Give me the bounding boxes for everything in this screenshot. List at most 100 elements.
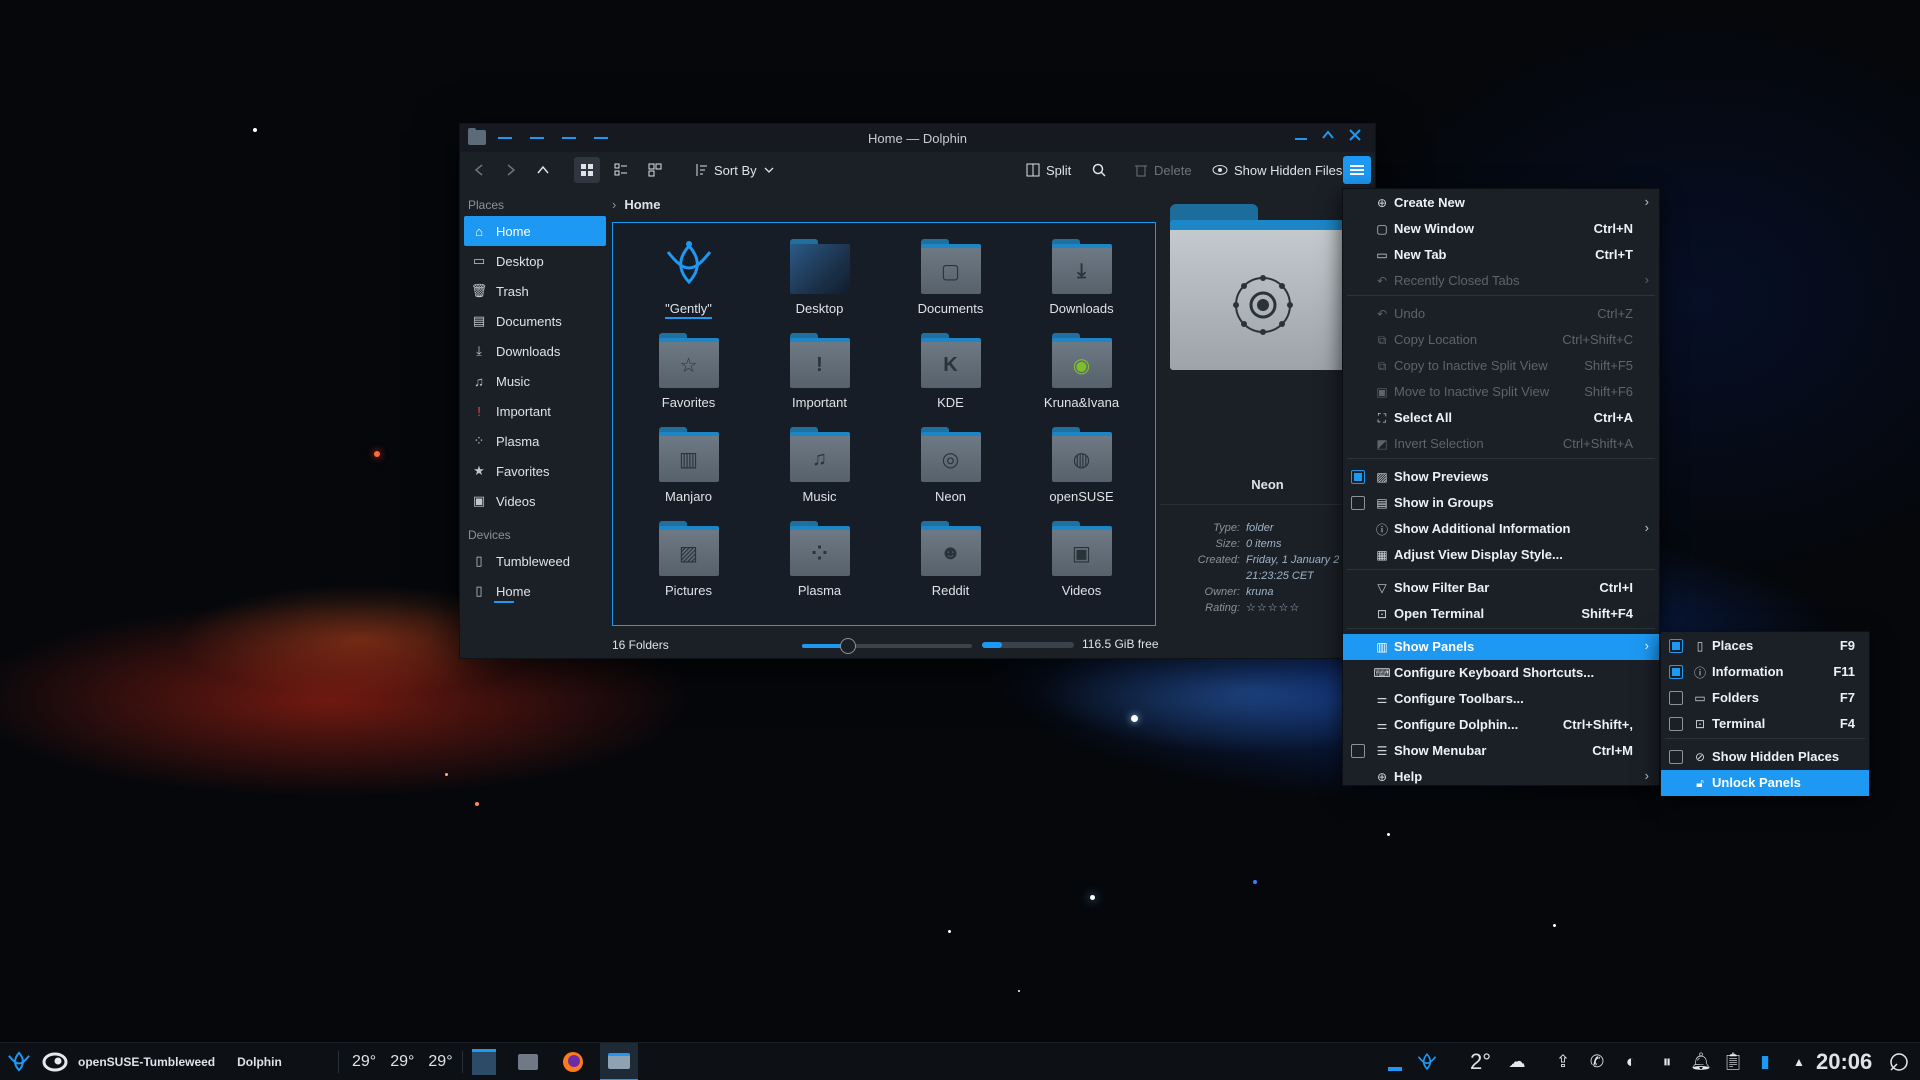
menu-adjust-view-style[interactable]: ▦ Adjust View Display Style... [1343,542,1659,568]
terminal-panel-checkbox[interactable] [1669,717,1683,731]
zoom-slider-handle[interactable] [839,638,856,654]
file-item-opensuse[interactable]: ◍ openSUSE [1016,419,1147,513]
places-item-music[interactable]: ♫ Music [460,366,610,396]
menu-move-to-inactive-split[interactable]: ▣ Move to Inactive Split View Shift+F6 [1343,379,1659,405]
panel-terminal[interactable]: ⊡ Terminal F4 [1661,711,1869,737]
details-view-button[interactable] [642,157,668,183]
places-item-favorites[interactable]: ★ Favorites [460,456,610,486]
file-item-manjaro[interactable]: ▥ Manjaro [623,419,754,513]
breadcrumb[interactable]: › Home [612,192,660,216]
menu-show-previews[interactable]: ▨ Show Previews [1343,464,1659,490]
minimize-button[interactable] [1291,128,1311,148]
menu-create-new[interactable]: ⊕ Create New › [1343,190,1659,216]
split-button[interactable]: Split [1022,157,1075,183]
places-item-downloads[interactable]: ⤓ Downloads [460,336,610,366]
task-firefox[interactable] [558,1043,588,1080]
device-item-tumbleweed[interactable]: ▯ Tumbleweed [460,546,610,576]
icons-view-button[interactable] [574,157,600,183]
kdeconnect-tray[interactable]: ✆ [1586,1051,1608,1073]
file-item-videos[interactable]: ▣ Videos [1016,513,1147,607]
maximize-button[interactable] [1318,128,1338,148]
places-item-documents[interactable]: ▤ Documents [460,306,610,336]
file-item-favorites[interactable]: ☆ Favorites [623,325,754,419]
panel-places[interactable]: ▯ Places F9 [1661,633,1869,659]
file-item-neon[interactable]: ◎ Neon [885,419,1016,513]
menu-show-additional-info[interactable]: ⓘ Show Additional Information › [1343,516,1659,542]
file-item-plasma[interactable]: ⁘ Plasma [754,513,885,607]
file-item-desktop[interactable]: Desktop [754,231,885,325]
file-item-documents[interactable]: ▢ Documents [885,231,1016,325]
places-item-home[interactable]: ⌂ Home [464,216,606,246]
night-color-tray[interactable]: ◐ [1620,1051,1642,1073]
menu-show-menubar[interactable]: ☰ Show Menubar Ctrl+M [1343,738,1659,764]
menu-show-panels[interactable]: ▥ Show Panels › [1343,634,1659,660]
places-item-trash[interactable]: 🗑 Trash [460,276,610,306]
menu-configure-toolbars[interactable]: ⚌ Configure Toolbars... [1343,686,1659,712]
menu-select-all[interactable]: ⛶ Select All Ctrl+A [1343,405,1659,431]
weather-temp[interactable]: 2° [1470,1043,1491,1080]
sort-by-button[interactable]: Sort By [690,157,779,183]
panel-unlock-panels[interactable]: 🔓︎ Unlock Panels [1661,770,1869,796]
application-launcher[interactable] [6,1043,32,1080]
places-item-desktop[interactable]: ▭ Desktop [460,246,610,276]
search-button[interactable] [1086,157,1112,183]
delete-button[interactable]: Delete [1130,157,1196,183]
file-item-kruna-ivana[interactable]: ◉ Kruna&Ivana [1016,325,1147,419]
zoom-slider[interactable] [802,638,972,654]
menu-recently-closed-tabs[interactable]: ↶ Recently Closed Tabs › [1343,268,1659,294]
menu-show-filter-bar[interactable]: ▽ Show Filter Bar Ctrl+I [1343,575,1659,601]
menu-show-in-groups[interactable]: ▤ Show in Groups [1343,490,1659,516]
menu-help[interactable]: ⊕ Help › [1343,764,1659,790]
clipboard-tray[interactable]: 📋︎ [1722,1051,1744,1073]
information-panel-checkbox[interactable] [1669,665,1683,679]
menu-configure-shortcuts[interactable]: ⌨ Configure Keyboard Shortcuts... [1343,660,1659,686]
file-view[interactable]: "Gently" Desktop ▢ Documents ⤓ Downloads… [612,222,1156,626]
file-item-gently[interactable]: "Gently" [623,231,754,325]
close-button[interactable] [1345,128,1365,148]
device-item-home[interactable]: ▯ Home [460,576,610,606]
show-previews-checkbox[interactable] [1351,470,1365,484]
menu-copy-to-inactive-split[interactable]: ⧉ Copy to Inactive Split View Shift+F5 [1343,353,1659,379]
menu-new-window[interactable]: ▢ New Window Ctrl+N [1343,216,1659,242]
digital-clock[interactable]: 20:06 [1816,1043,1872,1080]
hamburger-menu-button[interactable] [1343,156,1371,184]
notifications-tray[interactable]: 🔔︎ [1690,1051,1712,1073]
panel-show-hidden-places[interactable]: ⊘ Show Hidden Places [1661,744,1869,770]
places-item-important[interactable]: ! Important [460,396,610,426]
places-item-videos[interactable]: ▣ Videos [460,486,610,516]
menu-new-tab[interactable]: ▭ New Tab Ctrl+T [1343,242,1659,268]
file-item-pictures[interactable]: ▨ Pictures [623,513,754,607]
file-item-downloads[interactable]: ⤓ Downloads [1016,231,1147,325]
file-item-kde[interactable]: K KDE [885,325,1016,419]
updates-tray[interactable]: ⇪ [1552,1051,1574,1073]
show-desktop-button[interactable] [1888,1051,1910,1073]
show-in-groups-checkbox[interactable] [1351,496,1365,510]
show-hidden-files-button[interactable]: Show Hidden Files [1208,157,1346,183]
tray-expander[interactable]: ▲ [1788,1051,1810,1073]
file-item-reddit[interactable]: ☻ Reddit [885,513,1016,607]
show-menubar-checkbox[interactable] [1351,744,1365,758]
places-item-plasma[interactable]: ⁘ Plasma [460,426,610,456]
up-button[interactable] [530,157,556,183]
folders-panel-checkbox[interactable] [1669,691,1683,705]
breadcrumb-current[interactable]: Home [624,197,660,212]
volume-tray[interactable]: ▮ [1754,1051,1776,1073]
active-window-title[interactable]: openSUSE-Tumbleweed Dolphin [42,1043,282,1080]
rating-stars[interactable]: ☆☆☆☆☆ [1246,600,1300,616]
temperature-widget[interactable]: 29° 29° 29° [352,1043,453,1080]
task-file-manager[interactable] [514,1043,542,1080]
places-panel-checkbox[interactable] [1669,639,1683,653]
weather-widget[interactable]: ☁ [1506,1051,1528,1073]
gently-tray[interactable] [1416,1051,1438,1073]
menu-copy-location[interactable]: ⧉ Copy Location Ctrl+Shift+C [1343,327,1659,353]
menu-configure-dolphin[interactable]: ⚌ Configure Dolphin... Ctrl+Shift+, [1343,712,1659,738]
file-item-music[interactable]: ♫ Music [754,419,885,513]
panel-folders[interactable]: ▭ Folders F7 [1661,685,1869,711]
media-player-tray[interactable]: ⏸ [1656,1051,1678,1073]
file-item-important[interactable]: ! Important [754,325,885,419]
menu-invert-selection[interactable]: ◩ Invert Selection Ctrl+Shift+A [1343,431,1659,457]
menu-undo[interactable]: ↶ Undo Ctrl+Z [1343,301,1659,327]
battery-widget[interactable] [1384,1051,1406,1073]
show-hidden-places-checkbox[interactable] [1669,750,1683,764]
forward-button[interactable] [498,157,524,183]
